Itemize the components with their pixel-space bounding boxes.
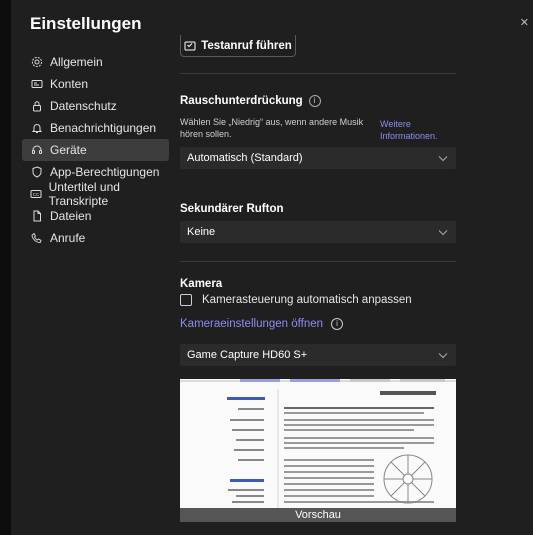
noise-suppression-title: Rauschunterdrückung i: [180, 95, 321, 107]
lock-icon: [30, 99, 44, 113]
sidebar-item-geraete[interactable]: Geräte: [22, 139, 169, 161]
test-call-icon: [184, 41, 196, 50]
file-icon: [30, 209, 44, 223]
bell-icon: [30, 121, 44, 135]
svg-text:CC: CC: [33, 192, 40, 197]
sidebar-item-datenschutz[interactable]: Datenschutz: [22, 95, 169, 117]
sidebar-item-label: App-Berechtigungen: [50, 165, 160, 179]
sidebar-item-label: Anrufe: [50, 231, 86, 245]
page-title: Einstellungen: [30, 14, 142, 33]
test-call-label: Testanruf führen: [201, 39, 292, 52]
preview-label: Vorschau: [180, 508, 456, 522]
sidebar-item-label: Untertitel und Transkripte: [48, 180, 120, 208]
noise-suppression-description: Wählen Sie „Niedrig“ aus, wenn andere Mu…: [180, 117, 364, 139]
cc-icon: CC: [30, 187, 43, 201]
sidebar-item-dateien[interactable]: Dateien: [22, 205, 169, 227]
camera-settings-link[interactable]: Kameraeinstellungen öffnen i: [180, 318, 344, 330]
camera-settings-link-label: Kameraeinstellungen öffnen: [180, 318, 324, 330]
id-card-icon: [30, 77, 44, 91]
close-icon[interactable]: ✕: [520, 16, 529, 29]
chevron-down-icon: [438, 156, 448, 162]
divider: [180, 73, 456, 74]
sidebar-item-label: Konten: [50, 77, 89, 91]
camera-device-value: Game Capture HD60 S+: [187, 349, 308, 361]
secondary-ringer-dropdown[interactable]: Keine: [180, 221, 456, 243]
chevron-down-icon: [438, 353, 448, 359]
sidebar-item-untertitel[interactable]: CC Untertitel und Transkripte: [22, 180, 169, 208]
phone-icon: [30, 231, 44, 245]
sidebar-item-anrufe[interactable]: Anrufe: [22, 227, 169, 249]
test-call-button[interactable]: Testanruf führen: [180, 35, 296, 57]
auto-adjust-checkbox[interactable]: [180, 294, 192, 306]
sidebar-item-konten[interactable]: Konten: [22, 73, 169, 95]
sidebar-item-label: Geräte: [50, 143, 87, 157]
settings-sidebar: Allgemein Konten Datenschutz Benachricht…: [22, 51, 169, 249]
auto-adjust-label: Kamerasteuerung automatisch anpassen: [202, 294, 412, 306]
camera-preview: Vorschau: [180, 379, 456, 522]
gear-icon: [30, 55, 44, 69]
sidebar-item-label: Datenschutz: [50, 99, 117, 113]
secondary-ringer-value: Keine: [187, 226, 216, 238]
divider: [180, 261, 456, 262]
sidebar-item-label: Benachrichtigungen: [50, 121, 157, 135]
sidebar-item-benachrichtigungen[interactable]: Benachrichtigungen: [22, 117, 169, 139]
sidebar-item-label: Allgemein: [50, 55, 103, 69]
noise-suppression-dropdown[interactable]: Automatisch (Standard): [180, 147, 456, 169]
noise-suppression-value: Automatisch (Standard): [187, 152, 303, 164]
info-icon[interactable]: i: [331, 318, 344, 330]
sidebar-item-allgemein[interactable]: Allgemein: [22, 51, 169, 73]
camera-device-dropdown[interactable]: Game Capture HD60 S+: [180, 344, 456, 366]
noise-suppression-heading: Rauschunterdrückung: [180, 95, 303, 108]
secondary-ringer-title: Sekundärer Rufton: [180, 203, 284, 215]
auto-adjust-camera-option[interactable]: Kamerasteuerung automatisch anpassen: [180, 294, 412, 306]
headset-icon: [30, 143, 44, 157]
info-icon[interactable]: i: [308, 95, 321, 107]
more-info-link[interactable]: Weitere Informationen.: [380, 118, 456, 142]
sidebar-item-label: Dateien: [50, 209, 92, 223]
shield-icon: [30, 165, 44, 179]
chevron-down-icon: [438, 230, 448, 236]
camera-title: Kamera: [180, 278, 223, 290]
camera-preview-image: [180, 379, 456, 522]
